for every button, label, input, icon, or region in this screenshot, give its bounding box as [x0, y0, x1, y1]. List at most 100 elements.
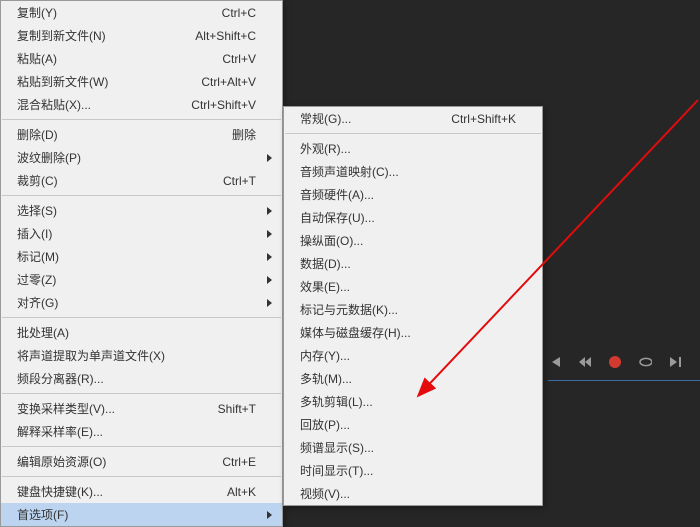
menu-item-label: 粘贴到新文件(W): [17, 73, 201, 90]
menu-item-shortcut: Ctrl+T: [223, 174, 256, 188]
menu-item-label: 选择(S): [17, 202, 256, 219]
menu1-item-14[interactable]: 对齐(G): [1, 291, 282, 314]
menu-item-label: 回放(P)...: [300, 416, 516, 433]
menu-item-label: 频谱显示(S)...: [300, 439, 516, 456]
menu2-item-12[interactable]: 多轨(M)...: [284, 367, 542, 390]
menu1-item-1[interactable]: 复制到新文件(N)Alt+Shift+C: [1, 24, 282, 47]
menu-item-label: 多轨剪辑(L)...: [300, 393, 516, 410]
menu1-item-23[interactable]: 编辑原始资源(O)Ctrl+E: [1, 450, 282, 473]
menu-item-label: 视频(V)...: [300, 485, 516, 502]
menu-item-label: 粘贴(A): [17, 50, 222, 67]
menu1-item-16[interactable]: 批处理(A): [1, 321, 282, 344]
menu-item-label: 对齐(G): [17, 294, 256, 311]
menu2-item-10[interactable]: 媒体与磁盘缓存(H)...: [284, 321, 542, 344]
menu-item-label: 音频声道映射(C)...: [300, 163, 516, 180]
edit-menu: 复制(Y)Ctrl+C复制到新文件(N)Alt+Shift+C粘贴(A)Ctrl…: [0, 0, 283, 527]
menu2-item-13[interactable]: 多轨剪辑(L)...: [284, 390, 542, 413]
menu-item-label: 外观(R)...: [300, 140, 516, 157]
menu2-item-15[interactable]: 频谱显示(S)...: [284, 436, 542, 459]
menu2-item-14[interactable]: 回放(P)...: [284, 413, 542, 436]
menu-item-label: 删除(D): [17, 126, 232, 143]
menu-item-label: 常规(G)...: [300, 110, 451, 127]
menu-item-label: 复制到新文件(N): [17, 27, 195, 44]
menu2-item-3[interactable]: 音频声道映射(C)...: [284, 160, 542, 183]
menu-item-label: 标记(M): [17, 248, 256, 265]
menu1-item-11[interactable]: 插入(I): [1, 222, 282, 245]
menu2-item-0[interactable]: 常规(G)...Ctrl+Shift+K: [284, 107, 542, 130]
menu-item-shortcut: Ctrl+Shift+K: [451, 112, 516, 126]
menu1-item-6[interactable]: 删除(D)删除: [1, 123, 282, 146]
menu-item-shortcut: Ctrl+C: [222, 6, 256, 20]
menu1-item-26[interactable]: 首选项(F): [1, 503, 282, 526]
menu2-item-11[interactable]: 内存(Y)...: [284, 344, 542, 367]
menu-separator: [285, 133, 541, 134]
skip-icon[interactable]: [668, 355, 682, 369]
menu-separator: [2, 446, 281, 447]
menu-item-label: 多轨(M)...: [300, 370, 516, 387]
menu2-item-8[interactable]: 效果(E)...: [284, 275, 542, 298]
menu1-item-18[interactable]: 频段分离器(R)...: [1, 367, 282, 390]
menu1-item-17[interactable]: 将声道提取为单声道文件(X): [1, 344, 282, 367]
menu1-item-8[interactable]: 裁剪(C)Ctrl+T: [1, 169, 282, 192]
menu2-item-2[interactable]: 外观(R)...: [284, 137, 542, 160]
menu-item-label: 裁剪(C): [17, 172, 223, 189]
menu-item-shortcut: Alt+K: [227, 485, 256, 499]
menu-item-label: 过零(Z): [17, 271, 256, 288]
menu1-item-20[interactable]: 变换采样类型(V)...Shift+T: [1, 397, 282, 420]
menu-item-label: 自动保存(U)...: [300, 209, 516, 226]
menu-item-label: 编辑原始资源(O): [17, 453, 222, 470]
menu-item-shortcut: Alt+Shift+C: [195, 29, 256, 43]
menu-separator: [2, 393, 281, 394]
loop-icon[interactable]: [638, 355, 652, 369]
menu2-item-4[interactable]: 音频硬件(A)...: [284, 183, 542, 206]
menu2-item-9[interactable]: 标记与元数据(K)...: [284, 298, 542, 321]
menu-item-label: 批处理(A): [17, 324, 256, 341]
rewind-icon[interactable]: [578, 355, 592, 369]
menu-item-shortcut: Ctrl+Alt+V: [201, 75, 256, 89]
menu1-item-4[interactable]: 混合粘贴(X)...Ctrl+Shift+V: [1, 93, 282, 116]
menu-item-label: 内存(Y)...: [300, 347, 516, 364]
menu-item-shortcut: Ctrl+Shift+V: [191, 98, 256, 112]
menu-separator: [2, 119, 281, 120]
menu-item-label: 变换采样类型(V)...: [17, 400, 218, 417]
menu-item-label: 媒体与磁盘缓存(H)...: [300, 324, 516, 341]
menu1-item-3[interactable]: 粘贴到新文件(W)Ctrl+Alt+V: [1, 70, 282, 93]
menu-item-label: 插入(I): [17, 225, 256, 242]
menu1-item-2[interactable]: 粘贴(A)Ctrl+V: [1, 47, 282, 70]
menu-separator: [2, 195, 281, 196]
record-icon[interactable]: [608, 355, 622, 369]
menu-item-label: 数据(D)...: [300, 255, 516, 272]
prev-icon[interactable]: [548, 355, 562, 369]
menu-item-label: 操纵面(O)...: [300, 232, 516, 249]
menu-item-label: 键盘快捷键(K)...: [17, 483, 227, 500]
menu-item-label: 将声道提取为单声道文件(X): [17, 347, 256, 364]
transport-bar: [548, 348, 682, 376]
menu-item-label: 时间显示(T)...: [300, 462, 516, 479]
menu2-item-7[interactable]: 数据(D)...: [284, 252, 542, 275]
menu2-item-17[interactable]: 视频(V)...: [284, 482, 542, 505]
menu1-item-7[interactable]: 波纹删除(P): [1, 146, 282, 169]
menu-item-label: 效果(E)...: [300, 278, 516, 295]
menu1-item-10[interactable]: 选择(S): [1, 199, 282, 222]
menu1-item-12[interactable]: 标记(M): [1, 245, 282, 268]
menu2-item-16[interactable]: 时间显示(T)...: [284, 459, 542, 482]
menu-item-label: 标记与元数据(K)...: [300, 301, 516, 318]
menu1-item-21[interactable]: 解释采样率(E)...: [1, 420, 282, 443]
menu1-item-13[interactable]: 过零(Z): [1, 268, 282, 291]
menu2-item-5[interactable]: 自动保存(U)...: [284, 206, 542, 229]
menu1-item-0[interactable]: 复制(Y)Ctrl+C: [1, 1, 282, 24]
menu-separator: [2, 317, 281, 318]
menu-item-label: 混合粘贴(X)...: [17, 96, 191, 113]
menu-item-shortcut: Ctrl+E: [222, 455, 256, 469]
menu-item-label: 解释采样率(E)...: [17, 423, 256, 440]
menu-item-label: 音频硬件(A)...: [300, 186, 516, 203]
menu2-item-6[interactable]: 操纵面(O)...: [284, 229, 542, 252]
menu-item-label: 首选项(F): [17, 506, 256, 523]
menu-item-label: 波纹删除(P): [17, 149, 256, 166]
menu-item-label: 复制(Y): [17, 4, 222, 21]
preferences-submenu: 常规(G)...Ctrl+Shift+K 外观(R)... 音频声道映射(C)...…: [283, 106, 543, 506]
menu-item-shortcut: Shift+T: [218, 402, 256, 416]
menu-separator: [2, 476, 281, 477]
menu-item-shortcut: Ctrl+V: [222, 52, 256, 66]
menu-item-label: 频段分离器(R)...: [17, 370, 256, 387]
